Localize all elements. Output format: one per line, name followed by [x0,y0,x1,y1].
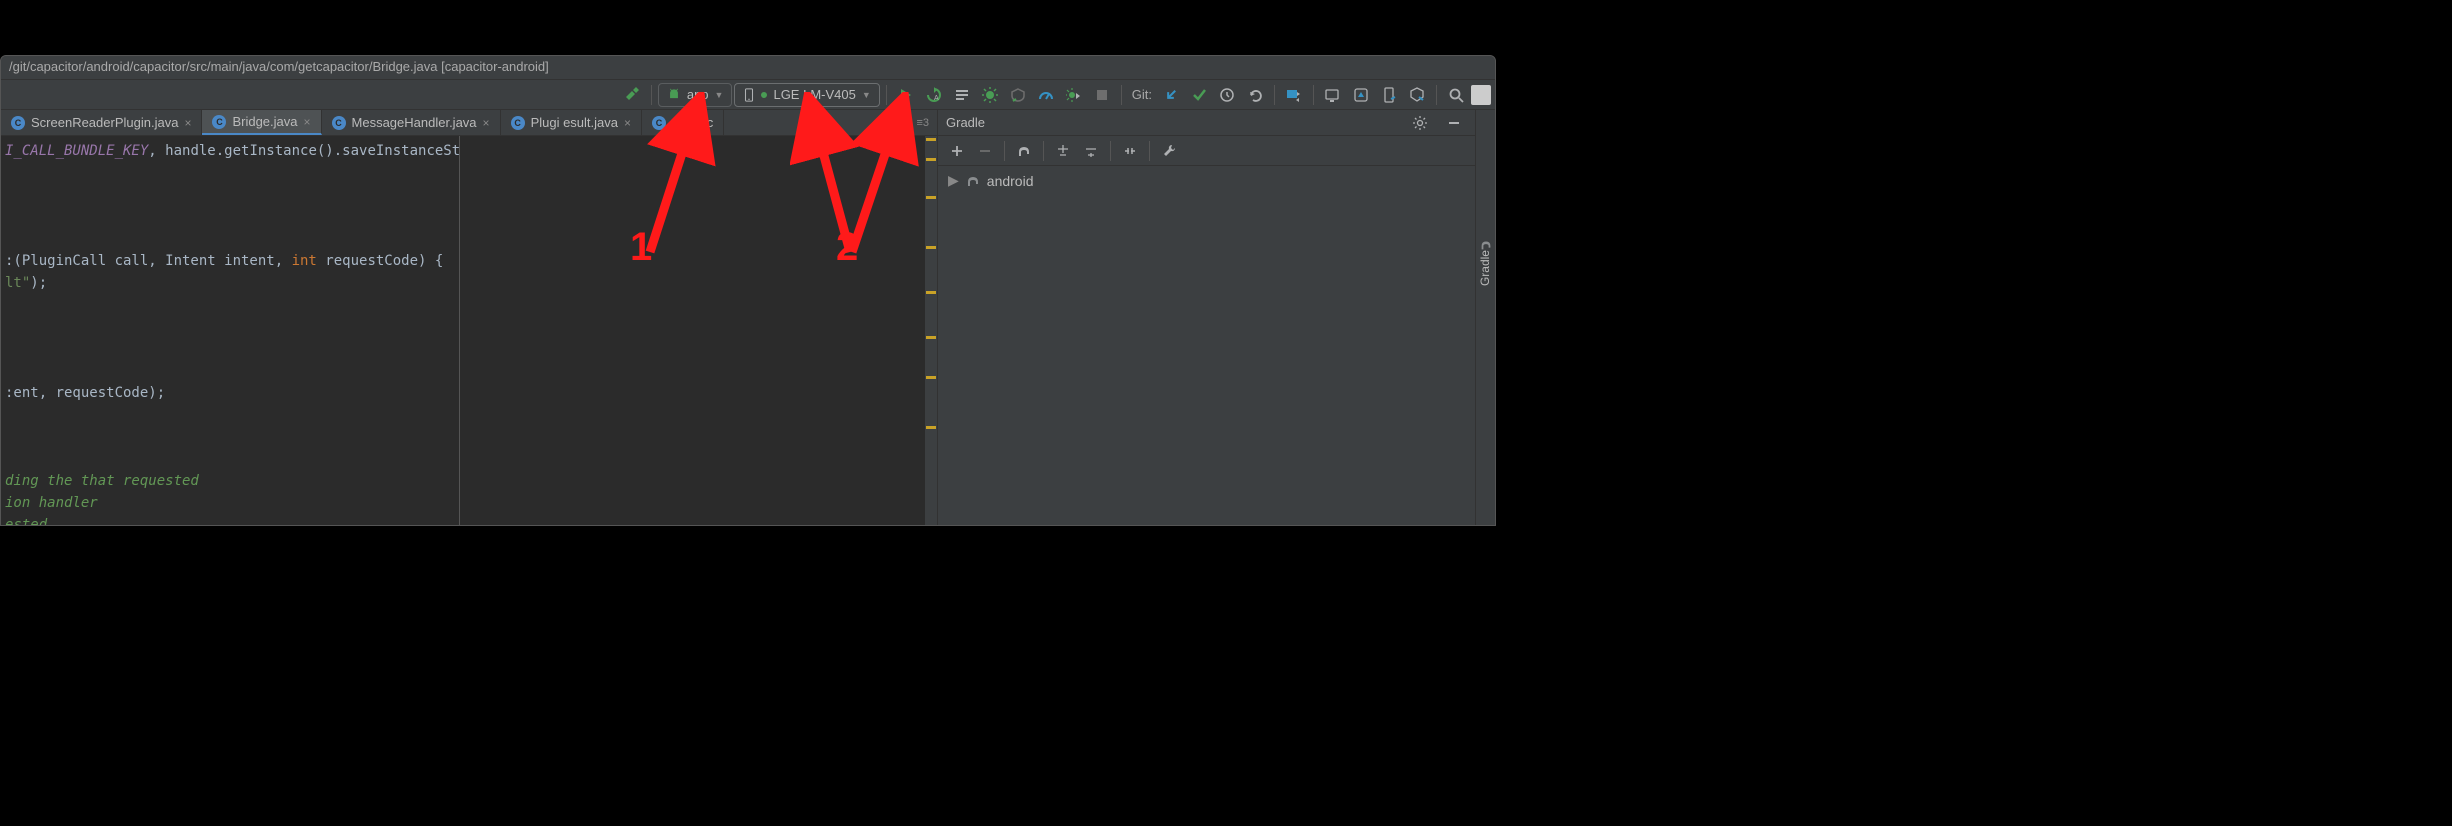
gradle-tool-window: Gradle [937,110,1475,525]
device-manager-button[interactable] [1376,82,1402,108]
run-button[interactable] [893,82,919,108]
tab-overflow-counter[interactable]: ⏷ ≡3 [896,110,937,135]
expand-all-icon[interactable] [1050,138,1076,164]
tab-geolocation[interactable]: C Geoloc [642,110,724,135]
error-strip[interactable] [925,136,937,525]
avd-manager-button[interactable] [1320,82,1346,108]
gradle-elephant-icon[interactable] [1011,138,1037,164]
gradle-project-label: android [987,173,1034,189]
gradle-toolbar [938,136,1475,166]
tab-pluginresult[interactable]: C Plugi esult.java × [501,110,642,135]
git-label: Git: [1132,87,1152,102]
collapse-all-icon[interactable] [1078,138,1104,164]
code-editor[interactable]: I_CALL_BUNDLE_KEY, handle.getInstance().… [1,136,459,525]
gradle-project-node[interactable]: ▶ android [948,172,1465,189]
git-commit-button[interactable] [1186,82,1212,108]
debug-button[interactable] [977,82,1003,108]
wrench-icon[interactable] [1156,138,1182,164]
search-everywhere-button[interactable] [1443,82,1469,108]
close-icon[interactable]: × [304,115,311,129]
warning-marker[interactable] [926,291,936,294]
gradle-elephant-icon [965,173,981,189]
annotation-label-1: 1 [630,225,652,270]
overflow-icon: ⏷ [904,116,913,129]
main-toolbar: app ▼ LGE LM-V405 ▼ A [1,80,1495,110]
ide-window: /git/capacitor/android/capacitor/src/mai… [0,55,1496,526]
device-label: LGE LM-V405 [773,87,855,102]
git-update-button[interactable] [1158,82,1184,108]
profiler-button[interactable] [1033,82,1059,108]
git-rollback-button[interactable] [1242,82,1268,108]
resource-manager-button[interactable] [1404,82,1430,108]
tab-screenreaderplugin[interactable]: C ScreenReaderPlugin.java × [1,110,202,135]
minimize-icon[interactable] [1441,110,1467,136]
sdk-manager-button[interactable] [1348,82,1374,108]
editor-right-pane [459,136,925,525]
gradle-tree[interactable]: ▶ android [938,166,1475,195]
class-file-icon: C [332,116,346,130]
device-selector[interactable]: LGE LM-V405 ▼ [734,83,879,107]
user-avatar[interactable] [1471,85,1491,105]
close-icon[interactable]: × [483,116,490,130]
annotation-label-2: 2 [836,225,858,270]
gradle-title: Gradle [946,115,985,130]
tab-label: Geoloc [672,115,713,130]
class-file-icon: C [511,116,525,130]
run-config-selector[interactable]: app ▼ [658,83,733,107]
warning-marker[interactable] [926,376,936,379]
debug-coverage-button[interactable] [1005,82,1031,108]
phone-icon [743,88,755,102]
class-file-icon: C [212,115,226,129]
run-config-label: app [687,87,709,102]
editor-tabs: C ScreenReaderPlugin.java × C Bridge.jav… [1,110,937,136]
window-titlebar: /git/capacitor/android/capacitor/src/mai… [1,56,1495,80]
tab-label: Bridge.java [232,114,297,129]
class-file-icon: C [652,116,666,130]
tab-bridge[interactable]: C Bridge.java × [202,110,321,135]
warning-marker[interactable] [926,246,936,249]
chevron-down-icon: ▼ [862,90,871,100]
stop-button[interactable] [1089,82,1115,108]
android-icon [667,88,681,102]
apply-changes-button[interactable]: A [921,82,947,108]
chevron-down-icon: ▼ [715,90,724,100]
right-tool-strip: Gradle [1475,110,1495,525]
svg-text:A: A [934,95,939,102]
tab-label: MessageHandler.java [352,115,477,130]
add-icon[interactable] [944,138,970,164]
remove-icon[interactable] [972,138,998,164]
expand-arrow-icon[interactable]: ▶ [948,172,959,189]
content-area: C ScreenReaderPlugin.java × C Bridge.jav… [1,110,1495,525]
tab-label: ScreenReaderPlugin.java [31,115,178,130]
gradle-header: Gradle [938,110,1475,136]
toggle-offline-icon[interactable] [1117,138,1143,164]
class-file-icon: C [11,116,25,130]
editor-area: C ScreenReaderPlugin.java × C Bridge.jav… [1,110,937,525]
attach-debugger-button[interactable] [1061,82,1087,108]
gradle-side-tab[interactable]: Gradle [1478,250,1492,286]
warning-marker[interactable] [926,196,936,199]
warning-marker[interactable] [926,336,936,339]
warning-marker[interactable] [926,138,936,141]
warning-marker[interactable] [926,426,936,429]
close-icon[interactable]: × [184,116,191,130]
device-online-indicator [761,92,767,98]
close-icon[interactable]: × [624,116,631,130]
tab-label: Plugi esult.java [531,115,618,130]
editor-body: I_CALL_BUNDLE_KEY, handle.getInstance().… [1,136,937,525]
apply-code-changes-button[interactable] [949,82,975,108]
window-title: /git/capacitor/android/capacitor/src/mai… [9,59,549,74]
git-history-button[interactable] [1214,82,1240,108]
settings-icon[interactable] [1407,110,1433,136]
warning-marker[interactable] [926,158,936,161]
sync-project-button[interactable] [1281,82,1307,108]
tab-messagehandler[interactable]: C MessageHandler.java × [322,110,501,135]
build-hammer-icon[interactable] [619,82,645,108]
